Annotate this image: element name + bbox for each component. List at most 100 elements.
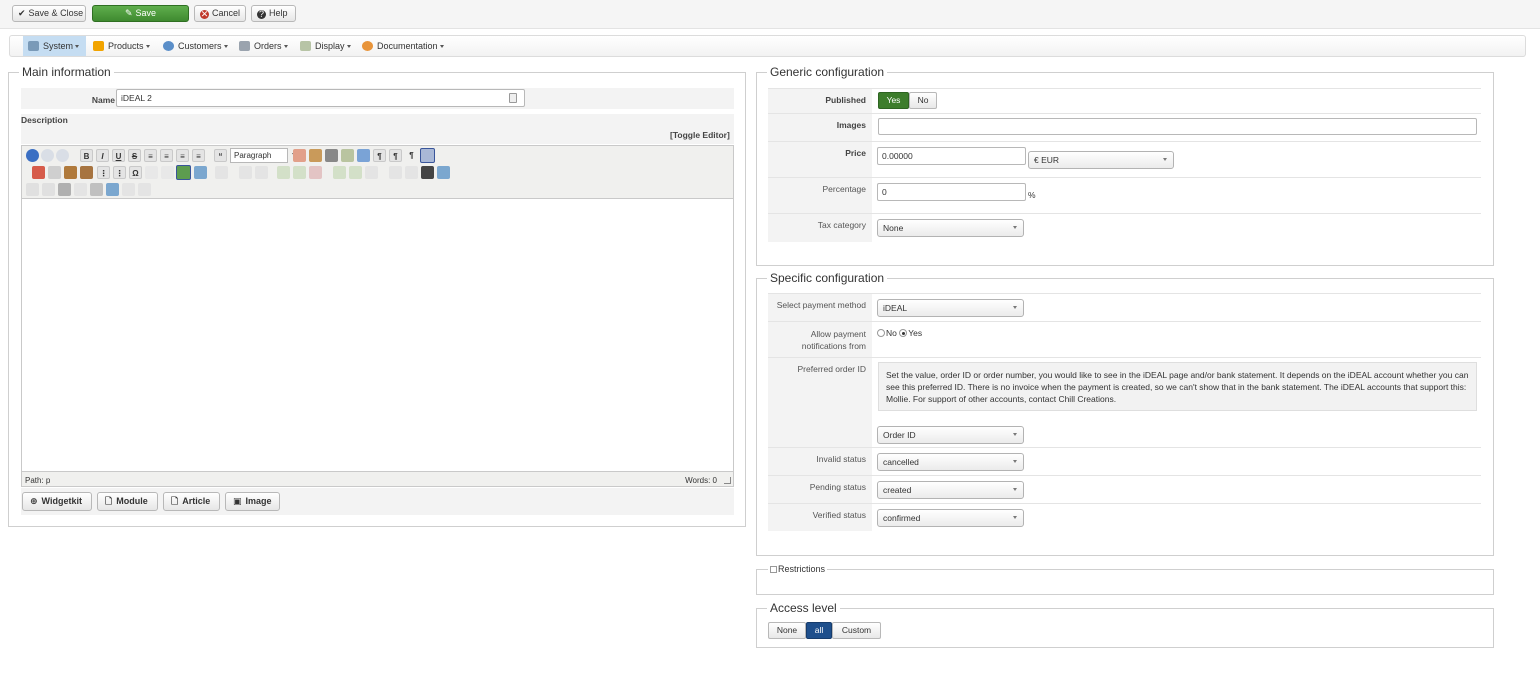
help-icon[interactable] xyxy=(26,149,39,162)
menu-products[interactable]: Products xyxy=(88,36,155,56)
save-close-button[interactable]: ✔ Save & Close xyxy=(12,5,86,22)
widgetkit-button[interactable]: ⊕ Widgetkit xyxy=(22,492,92,511)
align-center-icon[interactable]: ≡ xyxy=(160,149,173,162)
row-after-icon[interactable] xyxy=(293,166,306,179)
tax-category-select[interactable]: None xyxy=(877,219,1024,237)
allow-yes-radio[interactable] xyxy=(899,329,908,337)
row-before-icon[interactable] xyxy=(277,166,290,179)
menu-customers[interactable]: Customers xyxy=(158,36,233,56)
print-icon[interactable] xyxy=(325,149,338,162)
underline-icon[interactable]: U xyxy=(112,149,125,162)
cancel-button[interactable]: ✕ Cancel xyxy=(194,5,246,22)
col-after-icon[interactable] xyxy=(349,166,362,179)
paste-icon[interactable] xyxy=(64,166,77,179)
align-justify-icon[interactable]: ≡ xyxy=(144,149,157,162)
strikethrough-icon[interactable]: S xyxy=(128,149,141,162)
preview-icon[interactable] xyxy=(341,149,354,162)
align-right-icon[interactable]: ≡ xyxy=(192,149,205,162)
paste-text-icon[interactable] xyxy=(80,166,93,179)
indent-icon[interactable] xyxy=(161,166,174,179)
allow-notifications-radios: No Yes xyxy=(877,328,922,338)
new-doc-icon[interactable] xyxy=(26,183,39,196)
omega-icon[interactable]: Ω xyxy=(129,166,142,179)
layer-icon[interactable] xyxy=(58,183,71,196)
image-icon[interactable] xyxy=(194,166,207,179)
media-icon[interactable] xyxy=(106,183,119,196)
pending-status-select[interactable]: created xyxy=(877,481,1024,499)
format-select[interactable]: Paragraph xyxy=(230,148,296,163)
description-label: Description xyxy=(21,115,68,125)
split-cells-icon[interactable] xyxy=(389,166,402,179)
restrictions-checkbox[interactable] xyxy=(770,566,777,573)
editor-content-area[interactable] xyxy=(22,198,733,472)
percentage-input[interactable]: 0 xyxy=(877,183,1026,201)
price-input[interactable]: 0.00000 xyxy=(877,147,1026,165)
merge-cells-icon[interactable] xyxy=(405,166,418,179)
italic-icon[interactable]: I xyxy=(96,149,109,162)
resize-handle[interactable] xyxy=(724,477,731,484)
access-all-button[interactable]: all xyxy=(806,622,832,639)
rtl-icon[interactable]: ¶ xyxy=(389,149,402,162)
field-option-icon[interactable] xyxy=(509,93,517,103)
plus-circle-icon: ⊕ xyxy=(30,496,38,506)
allow-no-radio[interactable] xyxy=(877,329,885,337)
table-icon[interactable] xyxy=(239,166,252,179)
horizontal-rule-icon[interactable] xyxy=(90,183,103,196)
fullscreen-icon[interactable] xyxy=(357,149,370,162)
replace-icon[interactable] xyxy=(437,166,450,179)
verified-status-select[interactable]: confirmed xyxy=(877,509,1024,527)
module-button[interactable]: 🗋 Module xyxy=(97,492,158,511)
cut-icon[interactable] xyxy=(32,166,45,179)
toggle-editor-link[interactable]: [Toggle Editor] xyxy=(670,130,730,140)
preferred-order-id-select[interactable]: Order ID xyxy=(877,426,1024,444)
menu-orders[interactable]: Orders xyxy=(234,36,293,56)
template-icon[interactable] xyxy=(42,183,55,196)
chevron-down-icon xyxy=(1013,226,1017,229)
nonbreaking-icon[interactable] xyxy=(122,183,135,196)
undo-icon[interactable] xyxy=(41,149,54,162)
restrictions-legend[interactable]: Restrictions xyxy=(768,564,828,574)
menu-display[interactable]: Display xyxy=(295,36,356,56)
delete-row-icon[interactable] xyxy=(309,166,322,179)
images-input[interactable] xyxy=(878,118,1477,135)
published-yes-button[interactable]: Yes xyxy=(878,92,909,109)
copy-icon[interactable] xyxy=(48,166,61,179)
save-button[interactable]: ✎ Save xyxy=(92,5,189,22)
payment-method-select[interactable]: iDEAL xyxy=(877,299,1024,317)
close-icon: ✕ xyxy=(200,9,209,19)
image-button[interactable]: ▣ Image xyxy=(225,492,280,511)
chevron-down-icon xyxy=(1013,460,1017,463)
menu-system[interactable]: System xyxy=(23,36,86,56)
ordered-list-icon[interactable]: ⋮ xyxy=(97,166,110,179)
visual-aid-icon[interactable] xyxy=(420,148,435,163)
check-icon: ✔ xyxy=(18,8,26,18)
eraser-icon[interactable] xyxy=(293,149,306,162)
paragraph-icon[interactable]: ¶ xyxy=(405,149,418,162)
help-button[interactable]: ? Help xyxy=(251,5,296,22)
article-button[interactable]: 🗋 Article xyxy=(163,492,220,511)
invalid-status-select[interactable]: cancelled xyxy=(877,453,1024,471)
link-icon[interactable] xyxy=(176,165,191,180)
menu-documentation[interactable]: Documentation xyxy=(357,36,449,56)
delete-col-icon[interactable] xyxy=(365,166,378,179)
code-icon[interactable] xyxy=(74,183,87,196)
name-input[interactable]: iDEAL 2 xyxy=(116,89,525,107)
cleanup-icon[interactable] xyxy=(309,149,322,162)
col-before-icon[interactable] xyxy=(333,166,346,179)
bold-icon[interactable]: B xyxy=(80,149,93,162)
anchor-icon[interactable] xyxy=(215,166,228,179)
ltr-icon[interactable]: ¶ xyxy=(373,149,386,162)
lifebuoy-icon xyxy=(362,41,373,51)
table-props-icon[interactable] xyxy=(255,166,268,179)
access-custom-button[interactable]: Custom xyxy=(832,622,881,639)
unordered-list-icon[interactable]: ⋮ xyxy=(113,166,126,179)
access-none-button[interactable]: None xyxy=(768,622,806,639)
search-icon[interactable] xyxy=(421,166,434,179)
hr-icon[interactable] xyxy=(145,166,158,179)
blockquote-icon[interactable]: “ xyxy=(214,149,227,162)
currency-select[interactable]: € EUR xyxy=(1028,151,1174,169)
align-left-icon[interactable]: ≡ xyxy=(176,149,189,162)
published-no-button[interactable]: No xyxy=(909,92,937,109)
pagebreak-icon[interactable] xyxy=(138,183,151,196)
redo-icon[interactable] xyxy=(56,149,69,162)
